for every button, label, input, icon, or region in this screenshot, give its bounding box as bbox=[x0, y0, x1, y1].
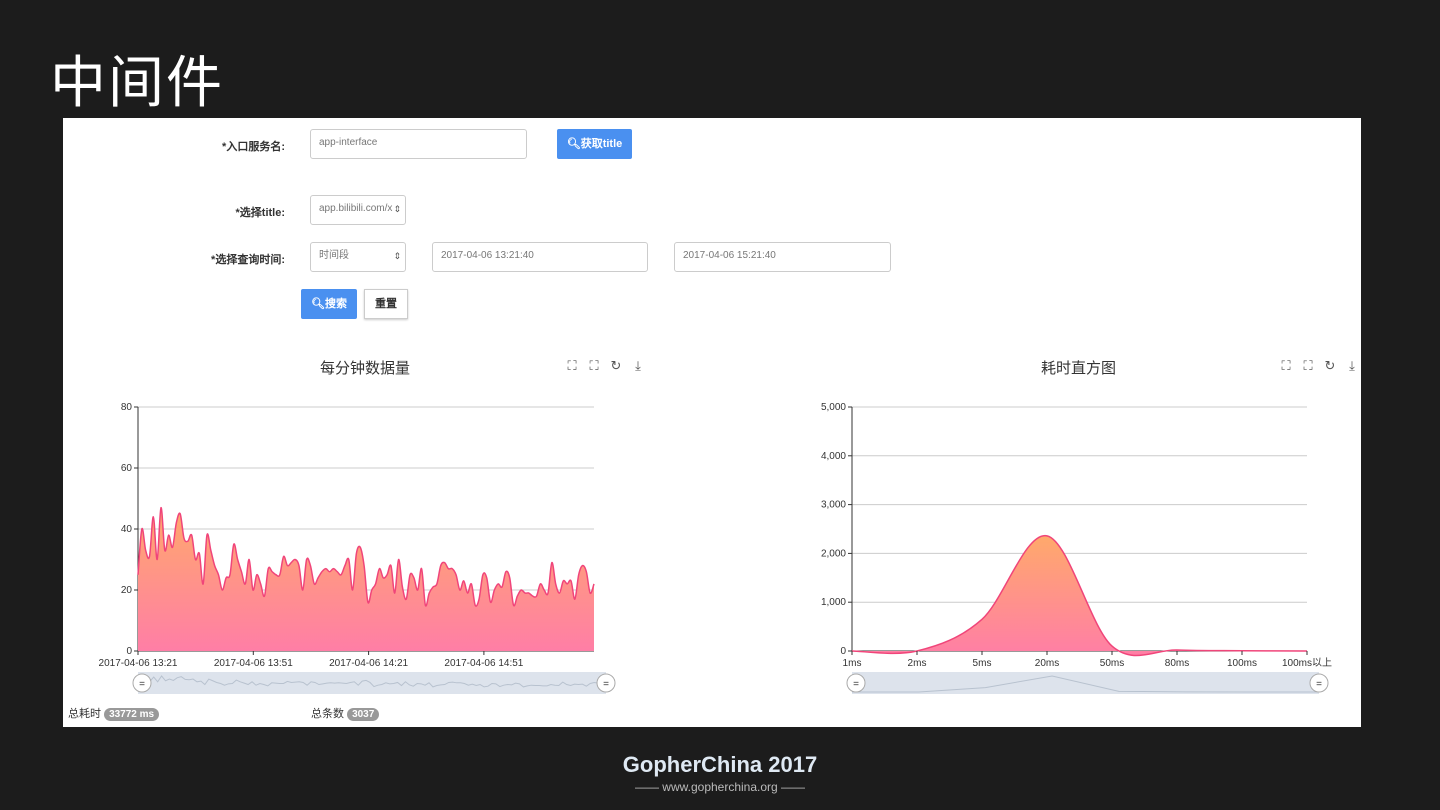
x-tick-label: 2017-04-06 13:51 bbox=[214, 658, 293, 669]
x-tick-label: 100ms以上 bbox=[1282, 657, 1332, 669]
total-count: 总条数 3037 bbox=[311, 705, 380, 721]
zoom-slider[interactable] bbox=[138, 672, 606, 694]
handle-grip-icon: = bbox=[1316, 679, 1322, 690]
y-tick-label: 1,000 bbox=[821, 597, 846, 608]
handle-grip-icon: = bbox=[139, 679, 145, 690]
gopherchina-logo: GopherChina 2017 bbox=[622, 752, 818, 777]
x-tick-label: 2017-04-06 13:21 bbox=[99, 658, 178, 669]
handle-grip-icon: = bbox=[603, 679, 609, 690]
x-tick-label: 2ms bbox=[908, 658, 927, 669]
y-tick-label: 2,000 bbox=[821, 548, 846, 559]
x-tick-label: 2017-04-06 14:21 bbox=[329, 658, 408, 669]
total-time: 总耗时 33772 ms bbox=[68, 705, 160, 721]
zoom-slider[interactable] bbox=[852, 672, 1319, 694]
y-tick-label: 20 bbox=[121, 585, 133, 596]
y-tick-label: 4,000 bbox=[821, 451, 846, 462]
y-tick-label: 60 bbox=[121, 463, 133, 474]
x-tick-label: 2017-04-06 14:51 bbox=[444, 658, 523, 669]
y-tick-label: 0 bbox=[840, 646, 846, 657]
footer-url: —— www.gopherchina.org —— bbox=[634, 780, 806, 794]
y-tick-label: 80 bbox=[121, 402, 133, 413]
y-tick-label: 5,000 bbox=[821, 402, 846, 413]
total-time-badge: 33772 ms bbox=[104, 708, 160, 721]
x-tick-label: 100ms bbox=[1227, 658, 1257, 669]
total-count-badge: 3037 bbox=[347, 708, 380, 721]
handle-grip-icon: = bbox=[853, 679, 859, 690]
y-tick-label: 3,000 bbox=[821, 500, 846, 511]
x-tick-label: 5ms bbox=[973, 658, 992, 669]
x-tick-label: 1ms bbox=[843, 658, 862, 669]
y-tick-label: 40 bbox=[121, 524, 133, 535]
y-tick-label: 0 bbox=[126, 646, 132, 657]
x-tick-label: 20ms bbox=[1035, 658, 1059, 669]
x-tick-label: 80ms bbox=[1165, 658, 1189, 669]
charts: 0 20 40 60 80 2017-04-06 13:21 2017-04-06 13:5… bbox=[99, 402, 1332, 694]
x-tick-label: 50ms bbox=[1100, 658, 1124, 669]
